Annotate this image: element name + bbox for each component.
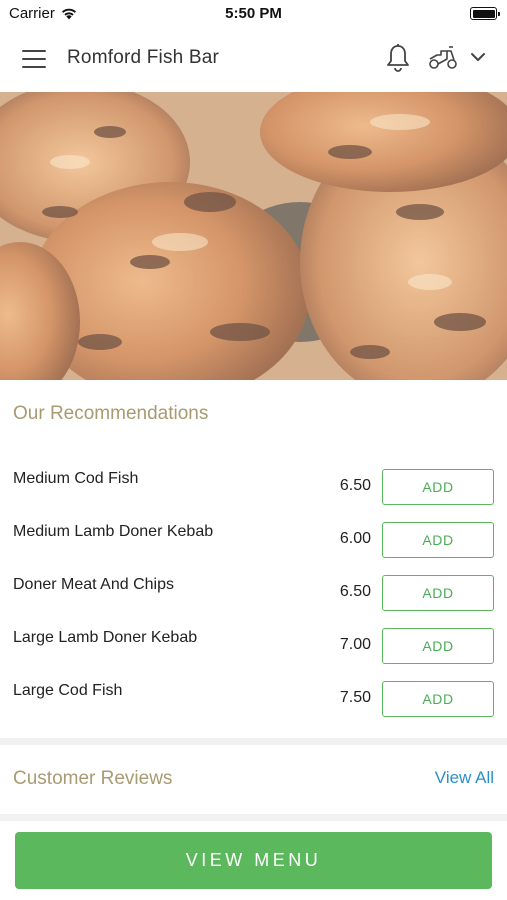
item-price: 6.00 bbox=[339, 530, 371, 547]
item-name: Medium Cod Fish bbox=[13, 470, 139, 487]
menu-icon[interactable] bbox=[22, 50, 46, 68]
add-button[interactable]: ADD bbox=[382, 628, 494, 664]
list-item: Large Lamb Doner Kebab 7.00 ADD bbox=[0, 616, 507, 669]
nav-bar: Romford Fish Bar bbox=[0, 26, 507, 92]
status-time: 5:50 PM bbox=[225, 5, 282, 22]
item-name: Doner Meat And Chips bbox=[13, 576, 174, 593]
list-item: Medium Cod Fish 6.50 ADD bbox=[0, 457, 507, 510]
delivery-scooter-icon[interactable] bbox=[427, 45, 459, 71]
view-all-link[interactable]: View All bbox=[435, 768, 494, 788]
item-price: 6.50 bbox=[339, 583, 371, 600]
item-name: Medium Lamb Doner Kebab bbox=[13, 523, 214, 540]
list-item: Medium Lamb Doner Kebab 6.00 ADD bbox=[0, 510, 507, 563]
item-name: Large Cod Fish bbox=[13, 682, 123, 699]
section-divider bbox=[0, 738, 507, 745]
item-price: 7.50 bbox=[339, 689, 371, 706]
recommendations-title: Our Recommendations bbox=[13, 403, 209, 424]
add-button[interactable]: ADD bbox=[382, 575, 494, 611]
add-button[interactable]: ADD bbox=[382, 681, 494, 717]
item-price: 6.50 bbox=[339, 477, 371, 494]
add-button[interactable]: ADD bbox=[382, 522, 494, 558]
chevron-down-icon[interactable] bbox=[470, 50, 486, 64]
recommendations-list: Medium Cod Fish 6.50 ADD Medium Lamb Don… bbox=[0, 457, 507, 722]
status-bar: Carrier 5:50 PM bbox=[0, 0, 507, 26]
add-button[interactable]: ADD bbox=[382, 469, 494, 505]
list-item: Doner Meat And Chips 6.50 ADD bbox=[0, 563, 507, 616]
page-title: Romford Fish Bar bbox=[67, 47, 220, 68]
battery-icon bbox=[470, 7, 500, 20]
item-name: Large Lamb Doner Kebab bbox=[13, 629, 198, 646]
view-menu-button[interactable]: VIEW MENU bbox=[15, 832, 492, 889]
bell-icon[interactable] bbox=[385, 43, 411, 73]
item-price: 7.00 bbox=[339, 636, 371, 653]
hero-image bbox=[0, 92, 507, 380]
list-item: Large Cod Fish 7.50 ADD bbox=[0, 669, 507, 722]
section-divider bbox=[0, 814, 507, 821]
reviews-title: Customer Reviews bbox=[13, 768, 173, 789]
